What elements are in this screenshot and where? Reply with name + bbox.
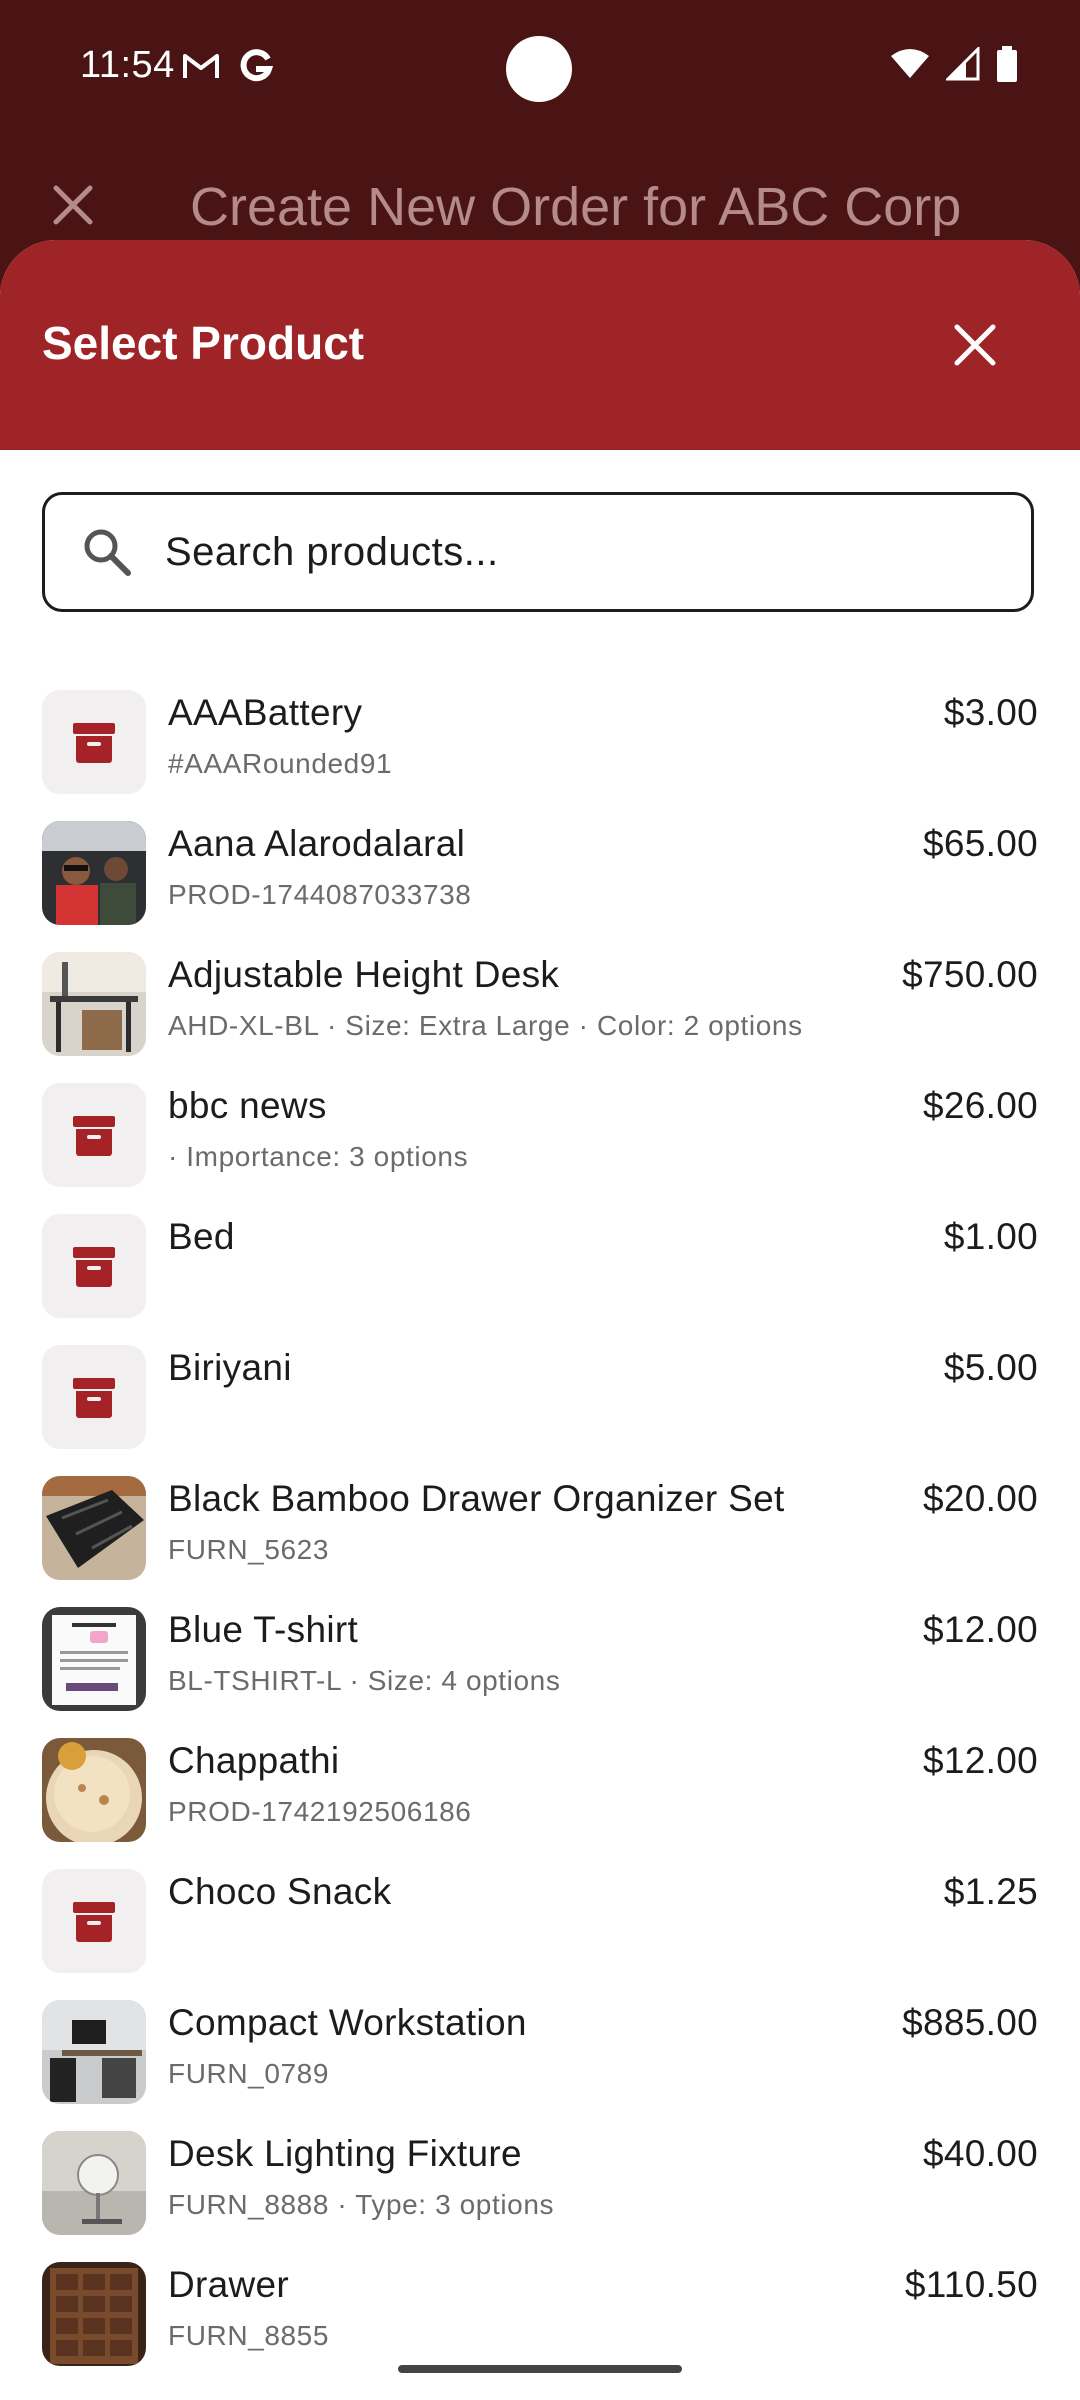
- product-price: $12.00: [923, 1740, 1038, 1781]
- archive-box-icon: [73, 1116, 115, 1156]
- archive-box-icon: [73, 723, 115, 763]
- status-bar: 11:54: [0, 0, 1080, 140]
- product-row[interactable]: Biriyani $5.00: [0, 1337, 1080, 1468]
- product-sku: PROD-1742192506186: [168, 1796, 472, 1827]
- product-price: $20.00: [923, 1478, 1038, 1519]
- product-sku: BL-TSHIRT-L · Size: 4 options: [168, 1665, 561, 1696]
- product-sku: #AAARounded91: [168, 748, 393, 779]
- google-icon: [240, 49, 274, 82]
- status-time: 11:54: [80, 44, 175, 86]
- product-row[interactable]: Bed $1.00: [0, 1206, 1080, 1337]
- product-row[interactable]: Desk Lighting Fixture FURN_8888 · Type: 3…: [0, 2123, 1080, 2254]
- product-name: Desk Lighting Fixture: [168, 2133, 522, 2174]
- product-row[interactable]: AAABattery #AAARounded91 $3.00: [0, 682, 1080, 813]
- product-thumbnail: [42, 821, 146, 925]
- gmail-icon: [183, 54, 219, 78]
- product-price: $40.00: [923, 2133, 1038, 2174]
- product-photo: [42, 2000, 146, 2104]
- product-thumbnail: [42, 1083, 146, 1187]
- product-row[interactable]: Chappathi PROD-1742192506186 $12.00: [0, 1730, 1080, 1861]
- product-list: AAABattery #AAARounded91 $3.00 Aana Alaroda…: [0, 682, 1080, 2385]
- archive-box-icon: [73, 1378, 115, 1418]
- product-price: $110.50: [904, 2264, 1038, 2305]
- product-name: AAABattery: [168, 692, 363, 733]
- product-thumbnail: [42, 1869, 146, 1973]
- product-photo: [42, 2262, 146, 2366]
- product-name: Drawer: [168, 2264, 290, 2305]
- product-name: Bed: [168, 1216, 235, 1257]
- product-thumbnail: [42, 2262, 146, 2366]
- select-product-sheet: Select Product Search products... AAABat…: [0, 240, 1080, 2400]
- product-price: $26.00: [923, 1085, 1038, 1126]
- product-price: $1.00: [943, 1216, 1038, 1257]
- product-thumbnail: [42, 1476, 146, 1580]
- product-name: Adjustable Height Desk: [168, 954, 560, 995]
- product-row[interactable]: Black Bamboo Drawer Organizer Set FURN_56…: [0, 1468, 1080, 1599]
- close-icon[interactable]: [948, 318, 1002, 372]
- product-thumbnail: [42, 1214, 146, 1318]
- search-input[interactable]: Search products...: [42, 492, 1034, 612]
- product-sku: FURN_8855: [168, 2320, 330, 2351]
- product-photo: [42, 2131, 146, 2235]
- close-icon[interactable]: [50, 182, 96, 228]
- product-row[interactable]: Compact Workstation FURN_0789 $885.00: [0, 1992, 1080, 2123]
- product-thumbnail: [42, 952, 146, 1056]
- product-name: Biriyani: [168, 1347, 292, 1388]
- archive-box-icon: [73, 1247, 115, 1287]
- product-name: Choco Snack: [168, 1871, 392, 1912]
- signal-icon: [946, 47, 980, 81]
- product-price: $750.00: [902, 954, 1038, 995]
- product-row[interactable]: Adjustable Height Desk AHD-XL-BL · Size: …: [0, 944, 1080, 1075]
- product-photo: [42, 1476, 146, 1580]
- product-row[interactable]: Choco Snack $1.25: [0, 1861, 1080, 1992]
- product-photo: [42, 1738, 146, 1842]
- product-thumbnail: [42, 1345, 146, 1449]
- product-name: Blue T-shirt: [168, 1609, 359, 1650]
- status-left-icons: [182, 48, 274, 84]
- search-placeholder: Search products...: [165, 529, 499, 574]
- product-name: Compact Workstation: [168, 2002, 527, 2043]
- home-indicator[interactable]: [398, 2365, 682, 2373]
- product-sku: FURN_0789: [168, 2058, 330, 2089]
- product-photo: [42, 821, 146, 925]
- battery-icon: [997, 46, 1017, 82]
- wifi-icon: [891, 49, 929, 78]
- product-price: $885.00: [902, 2002, 1038, 2043]
- product-row[interactable]: Aana Alarodalaral PROD-1744087033738 $65.0…: [0, 813, 1080, 944]
- product-price: $5.00: [943, 1347, 1038, 1388]
- product-thumbnail: [42, 1607, 146, 1711]
- sheet-title: Select Product: [42, 317, 365, 369]
- product-photo: [42, 1607, 146, 1711]
- product-name: Black Bamboo Drawer Organizer Set: [168, 1478, 785, 1519]
- product-thumbnail: [42, 690, 146, 794]
- product-row[interactable]: bbc news · Importance: 3 options $26.00: [0, 1075, 1080, 1206]
- archive-box-icon: [73, 1902, 115, 1942]
- product-thumbnail: [42, 1738, 146, 1842]
- product-name: Aana Alarodalaral: [168, 823, 466, 864]
- product-thumbnail: [42, 2131, 146, 2235]
- product-photo: [42, 952, 146, 1056]
- product-name: Chappathi: [168, 1740, 340, 1781]
- product-sku: AHD-XL-BL · Size: Extra Large · Color: 2…: [168, 1010, 803, 1041]
- product-sku: · Importance: 3 options: [168, 1141, 469, 1172]
- product-price: $65.00: [923, 823, 1038, 864]
- product-sku: FURN_8888 · Type: 3 options: [168, 2189, 555, 2220]
- product-sku: PROD-1744087033738: [168, 879, 472, 910]
- product-price: $3.00: [943, 692, 1038, 733]
- product-name: bbc news: [168, 1085, 327, 1126]
- status-right-icons: [890, 46, 1018, 82]
- page-title: Create New Order for ABC Corp: [190, 177, 962, 237]
- camera-cutout: [506, 36, 572, 102]
- sheet-header: Select Product: [0, 240, 1080, 450]
- search-icon: [84, 529, 131, 576]
- product-sku: FURN_5623: [168, 1534, 330, 1565]
- product-thumbnail: [42, 2000, 146, 2104]
- product-row[interactable]: Blue T-shirt BL-TSHIRT-L · Size: 4 option…: [0, 1599, 1080, 1730]
- product-price: $1.25: [943, 1871, 1038, 1912]
- product-price: $12.00: [923, 1609, 1038, 1650]
